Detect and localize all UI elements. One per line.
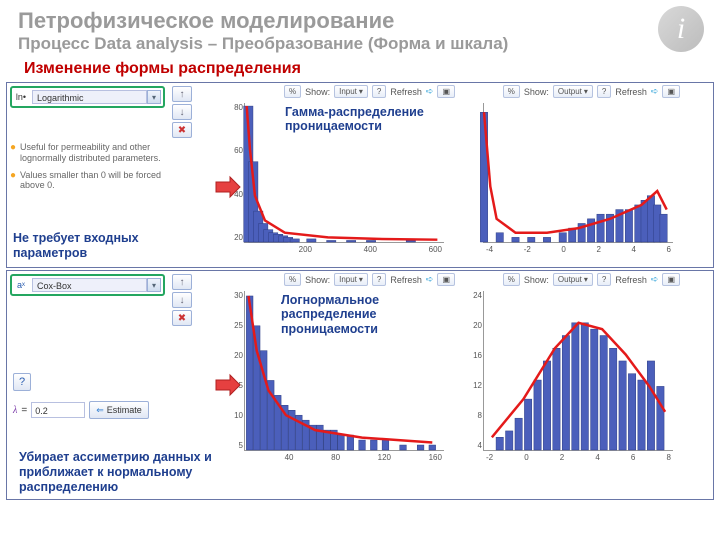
chart-toolbar: % Show: Input ▾ ? Refresh ➪ ▣: [284, 273, 455, 286]
show-select[interactable]: Output ▾: [553, 273, 593, 286]
export-button[interactable]: ▣: [662, 85, 680, 98]
move-down-button[interactable]: ↓: [172, 292, 192, 308]
chevron-down-icon: ▾: [147, 90, 161, 104]
percent-button[interactable]: %: [284, 273, 301, 286]
bullet-icon: ●: [10, 142, 16, 164]
percent-button[interactable]: %: [284, 85, 301, 98]
percent-button[interactable]: %: [503, 85, 520, 98]
delete-button[interactable]: ✖: [172, 122, 192, 138]
bullet-icon: ●: [10, 170, 16, 192]
panel-logarithmic: ln• Logarithmic ▾ ↑ ↓ ✖ ●Useful for perm…: [7, 83, 214, 267]
reorder-buttons: ↑ ↓ ✖: [172, 274, 192, 326]
lambda-field[interactable]: 0.2: [31, 402, 85, 418]
slide-title: Петрофизическое моделирование: [0, 0, 720, 34]
move-down-button[interactable]: ↓: [172, 104, 192, 120]
help-button[interactable]: ?: [372, 273, 386, 286]
chart-toolbar: % Show: Output ▾ ? Refresh ➪ ▣: [503, 273, 680, 286]
refresh-icon[interactable]: ➪: [426, 274, 434, 285]
info-logo: i: [658, 6, 704, 52]
show-select[interactable]: Output ▾: [553, 85, 593, 98]
export-button[interactable]: ▣: [437, 85, 455, 98]
arrow-right-icon: [214, 371, 242, 399]
percent-button[interactable]: %: [503, 273, 520, 286]
info-bullets: ●Useful for permeability and other logno…: [10, 142, 211, 191]
chart-toolbar: % Show: Input ▾ ? Refresh ➪ ▣: [284, 85, 455, 98]
show-select[interactable]: Input ▾: [334, 273, 368, 286]
help-button[interactable]: ?: [597, 85, 611, 98]
transform-dropdown[interactable]: ln• Logarithmic ▾: [10, 86, 165, 108]
lambda-icon: λ: [13, 405, 17, 416]
move-up-button[interactable]: ↑: [172, 86, 192, 102]
ln-icon: ln•: [14, 90, 28, 104]
help-button[interactable]: ?: [372, 85, 386, 98]
alpha-x-icon: aˣ: [14, 278, 28, 292]
caption-coxbox: Убирает ассиметрию данных и приближает к…: [19, 450, 219, 495]
slide-headline: Изменение формы распределения: [0, 54, 720, 80]
chart-lognorm-output: % Show: Output ▾ ? Refresh ➪ ▣ 242016128…: [459, 271, 684, 499]
section-coxbox: aˣ Cox-Box ▾ ↑ ↓ ✖ ? λ = 0.2 ⇐Estimate %: [6, 270, 714, 500]
refresh-icon[interactable]: ➪: [651, 274, 659, 285]
move-up-button[interactable]: ↑: [172, 274, 192, 290]
export-button[interactable]: ▣: [662, 273, 680, 286]
arrow-right-icon: [214, 173, 242, 201]
dropdown-value: Cox-Box: [32, 278, 147, 292]
section-logarithmic: ln• Logarithmic ▾ ↑ ↓ ✖ ●Useful for perm…: [6, 82, 714, 268]
caption-no-input: Не требует входных параметров: [13, 231, 214, 261]
dropdown-value: Logarithmic: [32, 90, 147, 104]
lambda-row: λ = 0.2 ⇐Estimate: [13, 401, 149, 419]
estimate-button[interactable]: ⇐Estimate: [89, 401, 149, 419]
transform-dropdown[interactable]: aˣ Cox-Box ▾: [10, 274, 165, 296]
help-button[interactable]: ?: [597, 273, 611, 286]
show-select[interactable]: Input ▾: [334, 85, 368, 98]
chart-toolbar: % Show: Output ▾ ? Refresh ➪ ▣: [503, 85, 680, 98]
refresh-icon[interactable]: ➪: [651, 86, 659, 97]
chart-gamma-input: % Show: Input ▾ ? Refresh ➪ ▣ Гамма-расп…: [214, 83, 459, 267]
delete-button[interactable]: ✖: [172, 310, 192, 326]
reorder-buttons: ↑ ↓ ✖: [172, 86, 192, 138]
export-button[interactable]: ▣: [437, 273, 455, 286]
chart-gamma-output: % Show: Output ▾ ? Refresh ➪ ▣ -4-20246: [459, 83, 684, 267]
slide-subtitle: Процесс Data analysis – Преобразование (…: [0, 34, 720, 54]
refresh-icon[interactable]: ➪: [426, 86, 434, 97]
chevron-down-icon: ▾: [147, 278, 161, 292]
chart-lognorm-input: % Show: Input ▾ ? Refresh ➪ ▣ Логнормаль…: [214, 271, 459, 499]
help-button[interactable]: ?: [13, 373, 31, 391]
